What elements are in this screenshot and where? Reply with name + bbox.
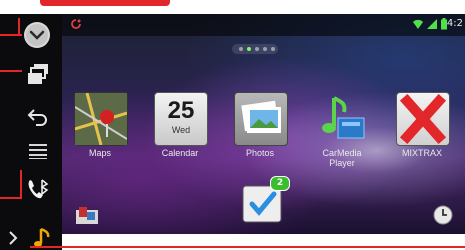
chevron-right-icon [9, 231, 18, 245]
phone-button[interactable] [22, 174, 52, 204]
app-maps[interactable]: Maps [62, 92, 138, 182]
app-label: Photos [245, 148, 275, 158]
widget-icon [76, 207, 98, 224]
status-bar: 4:2 [62, 14, 465, 36]
menu-button[interactable] [26, 142, 50, 160]
clock-time: 4:2 [446, 18, 463, 29]
dropdown-button[interactable] [22, 20, 52, 50]
calendar-day: 25 [167, 97, 195, 124]
app-label: CarMedia Player [322, 148, 362, 168]
app-calendar[interactable]: 25 Wed Calendar [142, 92, 218, 182]
notification-badge: 2 [270, 176, 290, 191]
dock-clock-button[interactable] [432, 204, 454, 226]
callout-music-bottom [30, 246, 465, 248]
photos-icon [234, 92, 288, 146]
page-dot [271, 47, 275, 51]
callout-phone-vertical [20, 170, 22, 199]
menu-icon [29, 144, 47, 159]
phone-bluetooth-icon [28, 179, 49, 199]
left-button-bar [0, 14, 62, 250]
device-screenshot: 4:2 Maps 25 Wed Calendar Photos CarMedia… [0, 0, 465, 250]
badge-count: 2 [276, 178, 284, 188]
page-dot [263, 47, 267, 51]
signal-icon [427, 19, 437, 29]
clock-icon [433, 205, 453, 225]
mixtrax-icon [396, 92, 450, 146]
back-button[interactable] [26, 106, 50, 126]
dock-widget-button[interactable] [74, 204, 100, 226]
page-dot [239, 47, 243, 51]
expand-button[interactable] [6, 228, 20, 248]
maps-icon [74, 92, 128, 146]
wifi-icon [413, 19, 423, 29]
app-carmedia-player[interactable]: CarMedia Player [304, 92, 380, 182]
calendar-weekday: Wed [171, 125, 191, 135]
recent-apps-button[interactable] [24, 60, 52, 88]
callout-recent [0, 70, 22, 72]
app-photos[interactable]: Photos [222, 92, 298, 182]
app-label: Maps [88, 148, 111, 158]
app-label: MIXTRAX [401, 148, 442, 158]
callout-dropdown-box-top [18, 18, 20, 36]
callout-top-partial [40, 0, 170, 6]
back-arrow-icon [27, 109, 47, 126]
music-note-icon [316, 92, 368, 144]
chevron-down-icon [24, 22, 50, 48]
home-screen: 4:2 Maps 25 Wed Calendar Photos CarMedia… [62, 14, 465, 234]
page-dot [255, 47, 259, 51]
home-page-indicator [232, 44, 278, 54]
recent-apps-icon [28, 64, 48, 84]
app-indicator-icon [71, 19, 81, 29]
callout-phone [0, 197, 22, 199]
app-mixtrax[interactable]: MIXTRAX [384, 92, 460, 182]
page-dot-active [247, 47, 251, 51]
calendar-icon: 25 Wed [154, 92, 208, 146]
app-label: Calendar [161, 148, 199, 158]
